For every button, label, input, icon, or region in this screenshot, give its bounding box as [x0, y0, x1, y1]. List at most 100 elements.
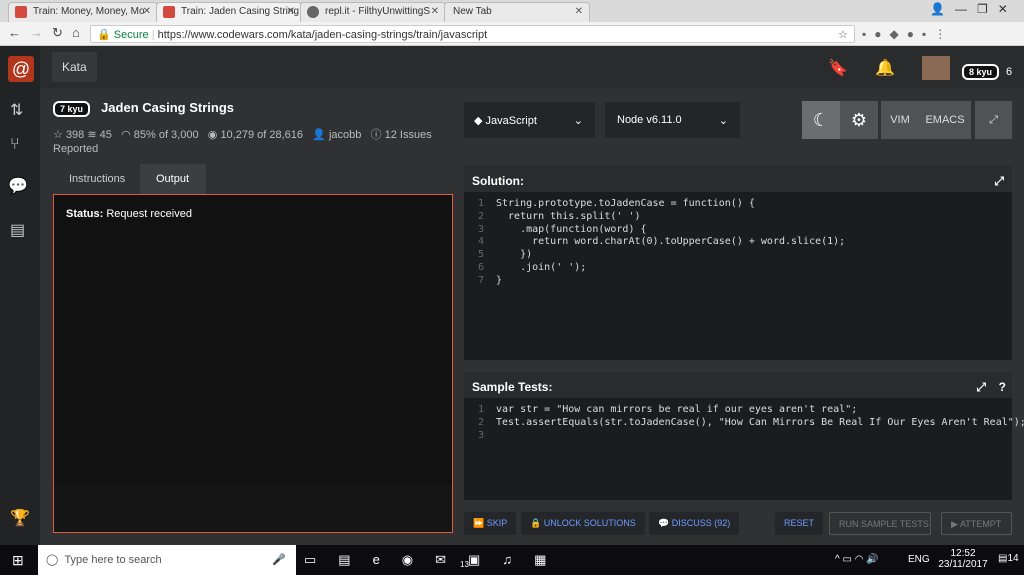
- expand-icon: ⤢: [989, 114, 998, 126]
- code-line: String.prototype.toJadenCase = function(…: [496, 198, 755, 209]
- js-icon: ◆: [474, 115, 483, 127]
- close-tab-icon[interactable]: ✕: [575, 6, 583, 17]
- issues-link[interactable]: 12 Issues: [385, 129, 432, 141]
- chevron-down-icon: ⌄: [573, 115, 583, 127]
- run-sample-tests-button[interactable]: RUN SAMPLE TESTS: [829, 512, 931, 535]
- browser-tab[interactable]: New Tab ✕: [444, 2, 590, 22]
- windows-taskbar: ⊞ ◯ Type here to search 🎤 ▭▤e◉✉▣♫▦ 13 ^ ▭…: [0, 545, 1024, 575]
- discuss-button[interactable]: 💬 DISCUSS (92): [649, 512, 740, 535]
- solution-editor[interactable]: 1 String.prototype.toJadenCase = function…: [464, 192, 1012, 360]
- codewars-logo-icon[interactable]: @: [8, 56, 34, 82]
- reset-button[interactable]: RESET: [775, 512, 824, 535]
- emacs-button[interactable]: EMACS: [919, 101, 971, 139]
- reload-icon[interactable]: ↻: [52, 25, 63, 41]
- code-line: return word.charAt(0).toUpperCase() + wo…: [496, 236, 846, 248]
- trophy-nav-icon[interactable]: 🏆: [10, 508, 30, 528]
- url-input[interactable]: 🔒 Secure | https://www.codewars.com/kata…: [90, 25, 855, 43]
- line-number: 1: [477, 404, 484, 415]
- taskbar-apps[interactable]: ▭▤e◉✉▣♫▦: [304, 552, 568, 568]
- expand-icon[interactable]: ⤢: [976, 380, 986, 395]
- kata-header: 7 kyu Jaden Casing Strings: [53, 100, 234, 117]
- moon-icon: ☾: [812, 110, 830, 130]
- kata-title: Jaden Casing Strings: [101, 100, 234, 115]
- top-nav: Kata 🔖 🔔 8 kyu 6: [40, 46, 1024, 88]
- dark-theme-button[interactable]: ☾: [802, 101, 840, 139]
- sample-tests-header: Sample Tests: ⤢?: [464, 372, 1012, 398]
- browser-tab-active[interactable]: Train: Jaden Casing String ✕: [156, 2, 302, 22]
- satisfaction-gauge-icon: ◠: [121, 129, 131, 141]
- user-rank-badge: 8 kyu: [962, 64, 1000, 80]
- help-icon[interactable]: ?: [999, 380, 1006, 394]
- windows-start-icon[interactable]: ⊞: [12, 552, 24, 569]
- code-line: }: [496, 274, 503, 286]
- system-tray-icons[interactable]: ^ ▭ ◠ 🔊: [835, 554, 879, 565]
- issues-icon: ⓘ: [370, 129, 382, 141]
- code-line: }): [496, 249, 533, 261]
- honor-count: 6: [1006, 66, 1013, 78]
- code-line: var str = "How can mirrors be real if ou…: [496, 404, 858, 415]
- lock-icon: 🔒: [530, 518, 542, 528]
- home-icon[interactable]: ⌂: [72, 25, 80, 40]
- close-tab-icon[interactable]: ✕: [143, 6, 151, 17]
- notification-center-icon[interactable]: ▤14: [998, 553, 1019, 564]
- language-select[interactable]: ◆ JavaScript ⌄: [464, 102, 595, 138]
- expand-icon[interactable]: ⤢: [994, 174, 1004, 189]
- sample-tests-editor[interactable]: 1 var str = "How can mirrors be real if o…: [464, 398, 1024, 500]
- code-line: .map(function(word) {: [496, 223, 647, 235]
- notifications-bell-icon[interactable]: 🔔: [875, 58, 895, 78]
- browser-tab[interactable]: repl.it - FilthyUnwittingS ✕: [300, 2, 446, 22]
- sidebar: @ ⇅ ⑂ 💬 ▤ 🏆: [0, 46, 40, 545]
- language-indicator[interactable]: ENG: [908, 554, 930, 565]
- codewars-favicon-icon: [163, 6, 175, 18]
- tab-instructions[interactable]: Instructions: [53, 164, 140, 194]
- lock-icon: 🔒: [97, 29, 111, 41]
- attempt-button[interactable]: ▶ ATTEMPT: [941, 512, 1012, 535]
- bookmark-star-icon[interactable]: ☆: [838, 28, 848, 41]
- back-icon[interactable]: ←: [8, 25, 21, 40]
- close-tab-icon[interactable]: ✕: [431, 6, 439, 17]
- forward-icon[interactable]: →: [30, 25, 43, 40]
- solution-header: Solution: ⤢: [464, 166, 1012, 192]
- author-link[interactable]: jacobb: [329, 129, 361, 141]
- issues-reported: Reported: [53, 143, 99, 155]
- kata-rank-badge: 7 kyu: [53, 101, 91, 117]
- browser-tab[interactable]: Train: Money, Money, Mo ✕: [8, 2, 158, 22]
- mail-badge: 13: [460, 560, 469, 569]
- tab-output[interactable]: Output: [140, 164, 206, 194]
- line-number: 7: [477, 274, 484, 286]
- kata-nav-icon[interactable]: ⇅: [10, 100, 23, 120]
- replit-favicon-icon: [307, 6, 319, 18]
- line-number: 5: [477, 249, 484, 261]
- fullscreen-button[interactable]: ⤢: [975, 101, 1012, 139]
- vim-button[interactable]: VIM: [881, 101, 919, 139]
- discuss-nav-icon[interactable]: 💬: [8, 176, 28, 196]
- line-number: 6: [477, 262, 484, 273]
- code-line: Test.assertEquals(str.toJadenCase(), "Ho…: [496, 416, 1024, 428]
- taskbar-search-input[interactable]: ◯ Type here to search 🎤: [38, 545, 296, 575]
- version-select[interactable]: Node v6.11.0 ⌄: [605, 102, 740, 138]
- codewars-favicon-icon: [15, 6, 27, 18]
- clock[interactable]: 12:52 23/11/2017: [936, 548, 990, 570]
- bookmark-icon[interactable]: 🔖: [828, 58, 848, 78]
- avatar[interactable]: [922, 56, 950, 80]
- kumite-nav-icon[interactable]: ⑂: [10, 136, 20, 154]
- gear-icon: ⚙: [850, 110, 868, 130]
- close-tab-icon[interactable]: ✕: [287, 6, 295, 17]
- output-panel: Status: Request received: [53, 194, 453, 533]
- docs-nav-icon[interactable]: ▤: [10, 220, 25, 240]
- kata-nav-button[interactable]: Kata: [52, 52, 97, 82]
- collections-icon: ≋: [87, 129, 97, 141]
- chevron-down-icon: ⌄: [718, 115, 728, 127]
- settings-button[interactable]: ⚙: [840, 101, 878, 139]
- completed-icon: ◉: [207, 129, 218, 141]
- line-number: 1: [477, 198, 484, 209]
- window-controls[interactable]: 👤 ― ❐ ✕: [930, 2, 1008, 16]
- microphone-icon[interactable]: 🎤: [272, 553, 286, 566]
- unlock-solutions-button[interactable]: 🔒 UNLOCK SOLUTIONS: [521, 512, 645, 535]
- extension-icons[interactable]: ▪●◆●▪⋮: [862, 27, 954, 41]
- kata-stats: ☆ 398 ≋ 45 ◠ 85% of 3,000 ◉ 10,279 of 28…: [53, 129, 432, 141]
- line-number: 4: [477, 236, 484, 248]
- line-number: 3: [477, 223, 484, 235]
- skip-button[interactable]: ⏩ SKIP: [464, 512, 517, 535]
- star-icon[interactable]: ☆: [53, 129, 63, 141]
